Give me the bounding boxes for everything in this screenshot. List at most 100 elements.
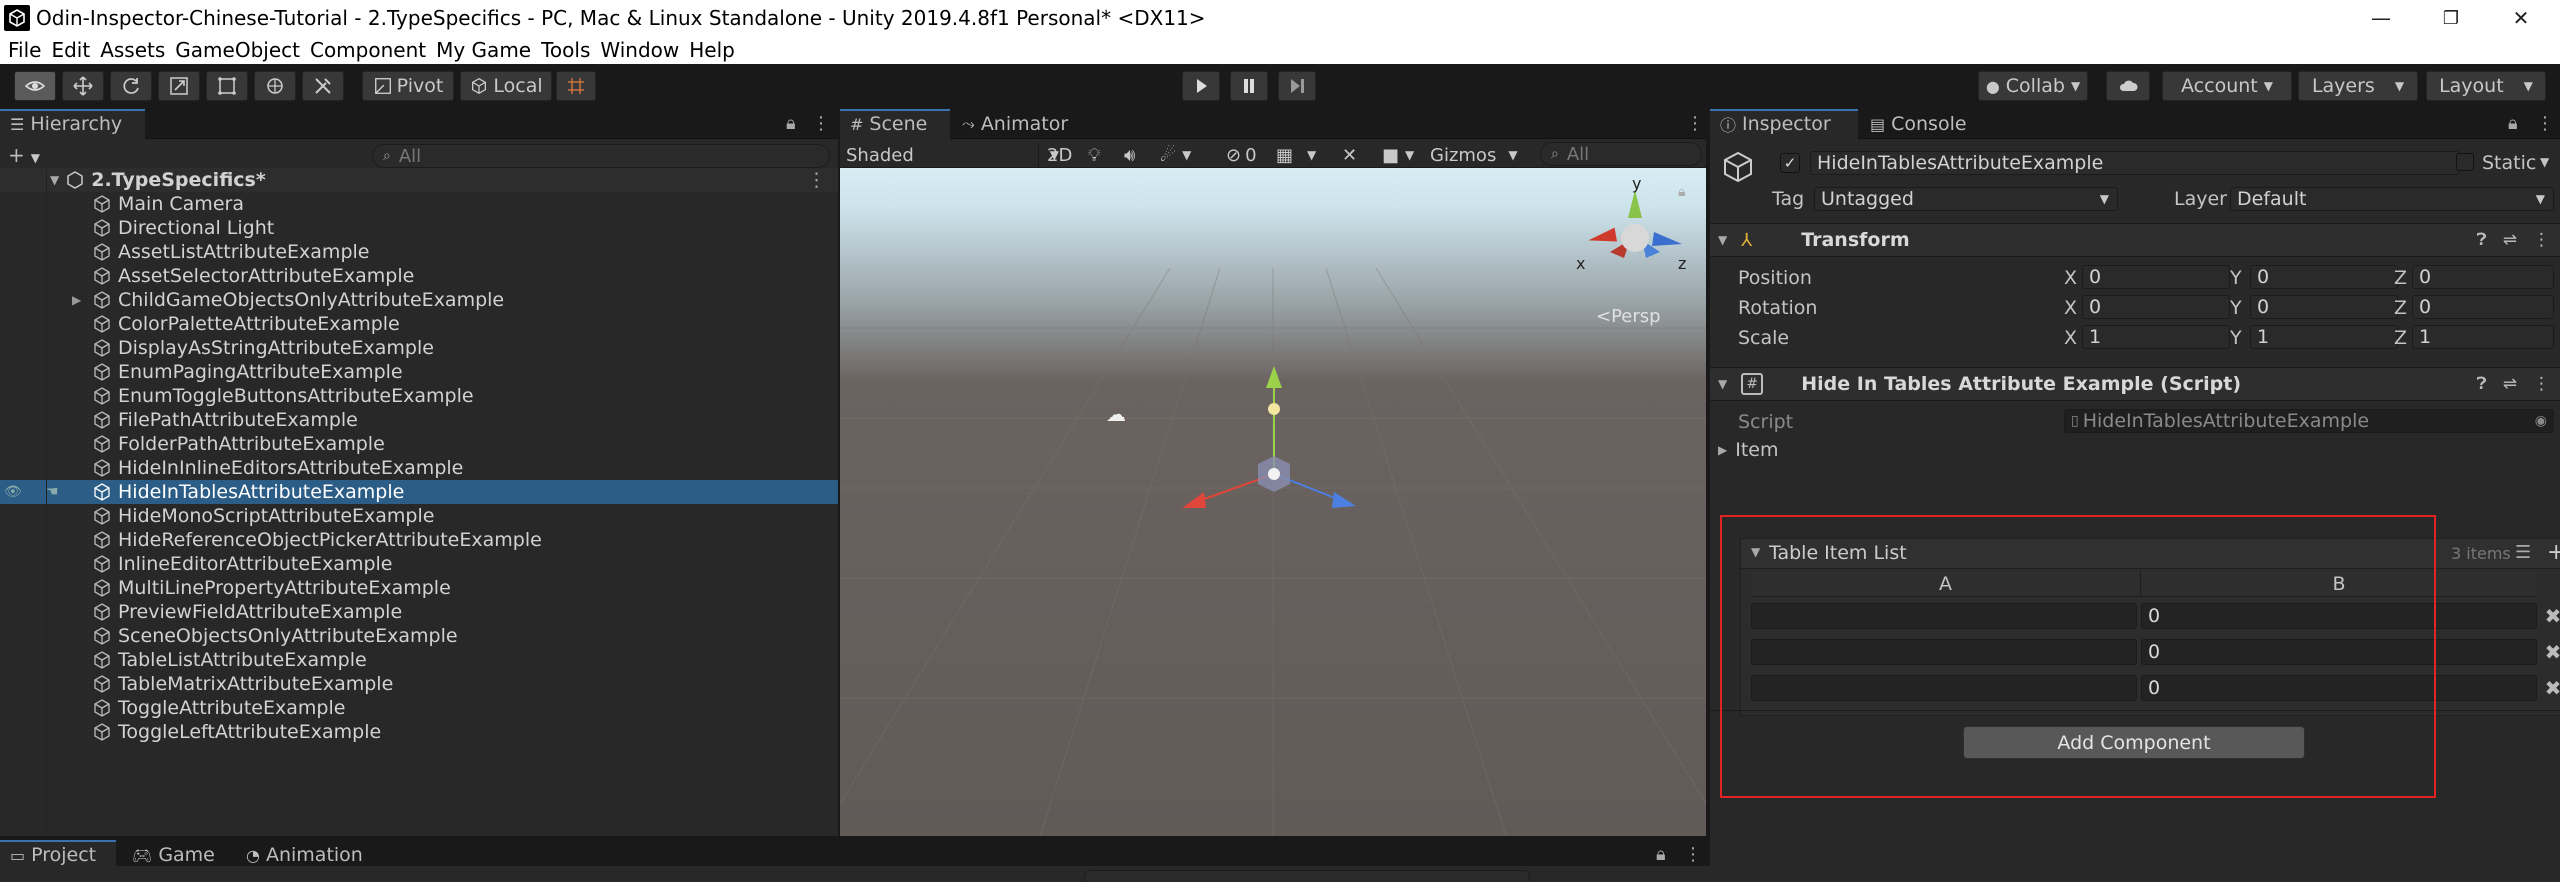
menu-tools[interactable]: Tools <box>537 38 596 62</box>
list-item[interactable]: ToggleAttributeExample <box>0 696 838 720</box>
tag-dropdown[interactable]: Untagged ▼ <box>1814 187 2118 211</box>
tab-hierarchy[interactable]: ☰ Hierarchy <box>0 109 145 139</box>
2d-toggle-button[interactable]: 2D <box>1038 143 1072 167</box>
audio-toggle-button[interactable]: 🔊︎ <box>1124 143 1135 167</box>
list-item[interactable]: ColorPaletteAttributeExample <box>0 312 838 336</box>
column-header-b[interactable]: B <box>2141 571 2537 597</box>
column-header-a[interactable]: A <box>1751 571 2141 597</box>
rotation-x-field[interactable]: 0 <box>2082 295 2230 319</box>
list-item-selected[interactable]: 👁︎ ☚ HideInTablesAttributeExample <box>0 480 838 504</box>
perspective-toggle[interactable]: <Persp <box>1596 306 1661 327</box>
menu-edit[interactable]: Edit <box>47 38 96 62</box>
list-item[interactable]: SceneObjectsOnlyAttributeExample <box>0 624 838 648</box>
panel-menu-icon[interactable]: ⋮ <box>812 113 830 134</box>
static-checkbox[interactable] <box>2456 153 2474 171</box>
list-options-icon[interactable]: ☰ <box>2515 542 2531 563</box>
list-item[interactable]: Main Camera <box>0 192 838 216</box>
rotate-tool-button[interactable] <box>110 71 152 101</box>
custom-tool-button[interactable] <box>302 71 344 101</box>
add-item-plus-icon[interactable]: + <box>2547 540 2560 565</box>
panel-menu-icon[interactable]: ⋮ <box>2536 113 2554 134</box>
project-search-input[interactable] <box>1084 870 1530 882</box>
list-item[interactable]: HideReferenceObjectPickerAttributeExampl… <box>0 528 838 552</box>
lock-icon[interactable]: 🔒︎ <box>786 113 796 134</box>
pickable-hand-icon[interactable]: ☚ <box>46 484 92 500</box>
transform-tool-button[interactable] <box>254 71 296 101</box>
effects-dropdown[interactable]: ☄ ▼ <box>1160 143 1191 167</box>
lighting-toggle-button[interactable]: 💡︎ <box>1088 143 1101 167</box>
scale-z-field[interactable]: 1 <box>2412 325 2554 349</box>
account-dropdown[interactable]: Account ▼ <box>2162 71 2292 101</box>
menu-component[interactable]: Component <box>306 38 432 62</box>
position-y-field[interactable]: 0 <box>2250 265 2398 289</box>
minimize-button[interactable]: — <box>2346 0 2416 36</box>
lock-icon[interactable]: 🔒︎ <box>2508 113 2518 134</box>
step-button[interactable] <box>1278 71 1316 101</box>
local-toggle-button[interactable]: Local <box>460 71 552 101</box>
list-item[interactable]: FilePathAttributeExample <box>0 408 838 432</box>
table-header-bar[interactable]: ▼ Table Item List 3 items ☰ + <box>1741 539 2560 569</box>
layout-dropdown[interactable]: Layout ▼ <box>2426 71 2546 101</box>
scale-x-field[interactable]: 1 <box>2082 325 2230 349</box>
list-item[interactable]: EnumToggleButtonsAttributeExample <box>0 384 838 408</box>
table-cell-b[interactable]: 0 <box>2141 639 2537 665</box>
list-item[interactable]: HideInInlineEditorsAttributeExample <box>0 456 838 480</box>
hierarchy-search-input[interactable]: ⌕ All <box>372 144 830 168</box>
object-picker-icon[interactable]: ◉ <box>2535 413 2547 429</box>
list-item[interactable]: TableListAttributeExample <box>0 648 838 672</box>
list-item[interactable]: EnumPagingAttributeExample <box>0 360 838 384</box>
close-window-button[interactable]: ✕ <box>2486 0 2556 36</box>
preset-icon[interactable]: ⇌ <box>2503 374 2517 394</box>
object-name-field[interactable]: HideInTablesAttributeExample <box>1810 151 2460 175</box>
move-handle-gizmo[interactable] <box>1160 364 1400 544</box>
table-cell-b[interactable]: 0 <box>2141 603 2537 629</box>
scene-viewport[interactable]: y x z 🔒︎ <Persp ☁︎ <box>840 168 1706 836</box>
list-item[interactable]: HideMonoScriptAttributeExample <box>0 504 838 528</box>
scene-root-row[interactable]: ▼ 2.TypeSpecifics* ⋮ <box>0 168 838 192</box>
tools-toggle-button[interactable]: ✕ <box>1342 143 1357 167</box>
list-item[interactable]: FolderPathAttributeExample <box>0 432 838 456</box>
menu-file[interactable]: File <box>4 38 47 62</box>
camera-dropdown[interactable]: ■ ▼ <box>1382 143 1414 167</box>
gizmos-dropdown[interactable]: Gizmos ▼ <box>1430 143 1518 167</box>
list-item[interactable]: Directional Light <box>0 216 838 240</box>
script-component-header[interactable]: ▼ # Hide In Tables Attribute Example (Sc… <box>1710 367 2560 401</box>
menu-window[interactable]: Window <box>596 38 685 62</box>
component-menu-icon[interactable]: ⋮ <box>2533 374 2550 394</box>
layer-dropdown[interactable]: Default ▼ <box>2230 187 2554 211</box>
rect-tool-button[interactable] <box>206 71 248 101</box>
play-button[interactable] <box>1182 71 1220 101</box>
foldout-collapsed-icon[interactable]: ▶ <box>72 293 92 307</box>
create-dropdown[interactable]: + ▼ <box>8 143 40 167</box>
grid-dropdown[interactable]: ▦ ▼ <box>1276 143 1316 167</box>
panel-menu-icon[interactable]: ⋮ <box>1684 844 1702 865</box>
cloud-button[interactable] <box>2106 71 2150 101</box>
active-checkbox[interactable]: ✓ <box>1780 153 1800 173</box>
rotation-z-field[interactable]: 0 <box>2412 295 2554 319</box>
position-x-field[interactable]: 0 <box>2082 265 2230 289</box>
lock-icon[interactable]: 🔒︎ <box>1656 844 1666 865</box>
menu-assets[interactable]: Assets <box>96 38 171 62</box>
layers-dropdown[interactable]: Layers ▼ <box>2298 71 2418 101</box>
rotation-y-field[interactable]: 0 <box>2250 295 2398 319</box>
table-cell-b[interactable]: 0 <box>2141 675 2537 701</box>
chevron-down-icon[interactable]: ▼ <box>2540 155 2549 169</box>
add-component-button[interactable]: Add Component <box>1963 726 2305 759</box>
list-item[interactable]: AssetListAttributeExample <box>0 240 838 264</box>
remove-row-icon[interactable]: ✖ <box>2541 640 2560 664</box>
list-item[interactable]: ToggleLeftAttributeExample <box>0 720 838 744</box>
scene-menu-icon[interactable]: ⋮ <box>807 169 826 191</box>
help-icon[interactable]: ❓︎ <box>2477 230 2487 250</box>
position-z-field[interactable]: 0 <box>2412 265 2554 289</box>
tab-console[interactable]: ▤ Console <box>1860 109 1990 139</box>
item-foldout[interactable]: ▶ Item <box>1718 435 1779 465</box>
table-cell-a[interactable] <box>1751 639 2137 665</box>
gizmo-lock-icon[interactable]: 🔒︎ <box>1678 184 1685 200</box>
visibility-eye-icon[interactable]: 👁︎ <box>0 484 46 500</box>
help-icon[interactable]: ❓︎ <box>2477 374 2487 394</box>
tab-animator[interactable]: ⤳ Animator <box>952 109 1092 139</box>
pivot-toggle-button[interactable]: Pivot <box>362 71 454 101</box>
scene-search-input[interactable]: ⌕ All <box>1540 142 1702 166</box>
list-item[interactable]: InlineEditorAttributeExample <box>0 552 838 576</box>
shading-mode-dropdown[interactable]: Shaded ▼ <box>846 143 1059 167</box>
